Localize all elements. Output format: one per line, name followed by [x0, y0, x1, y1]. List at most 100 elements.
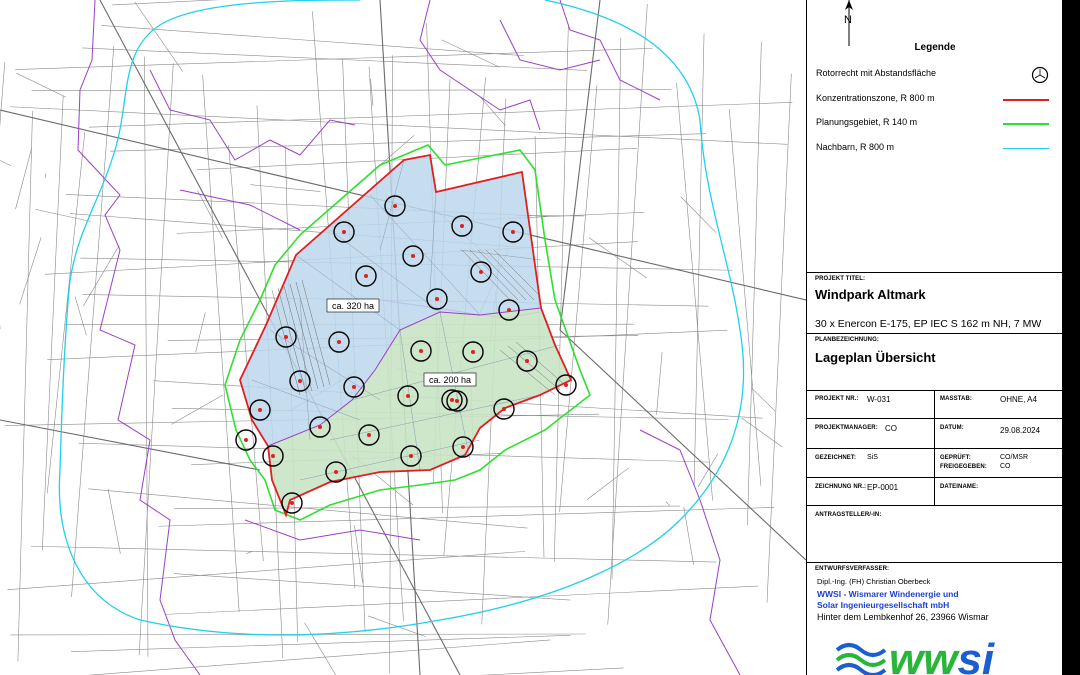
project-nr: W-031: [867, 395, 891, 404]
legend-item-concentration-label: Konzentrationszone, R 800 m: [816, 93, 935, 103]
parcel-line: [588, 237, 648, 279]
parcel-line: [15, 147, 32, 210]
plan-sheet: ca. 320 ha ca. 200 ha N Legende Rotorrec…: [0, 0, 1062, 675]
checked-label: GEPRÜFT:: [940, 455, 971, 461]
company-address: Hinter dem Lembkenhof 26, 23966 Wismar: [817, 612, 989, 622]
plan-name: Lageplan Übersicht: [815, 350, 936, 365]
parcel-line: [17, 110, 33, 662]
drawing-nr: EP-0001: [867, 483, 899, 492]
parcel-line: [19, 237, 42, 305]
project-title-label: PROJEKT TITEL:: [815, 276, 866, 282]
approved-label: FREIGEGEBEN:: [940, 464, 987, 470]
parcel-line: [158, 507, 775, 527]
approved-by: CO: [1000, 463, 1011, 470]
legend-cyan-line: [1003, 148, 1049, 149]
legend-red-line: [1003, 99, 1049, 101]
map-area: ca. 320 ha ca. 200 ha: [0, 0, 822, 675]
checked-by: CO/MSR: [1000, 454, 1028, 461]
parcel-line: [46, 132, 86, 494]
parcel-line: [195, 312, 206, 353]
project-nr-label: PROJEKT NR.:: [815, 396, 859, 402]
date-label: DATUM:: [940, 425, 964, 431]
project-manager: CO: [885, 424, 897, 433]
parcel-line: [0, 160, 11, 166]
parcel-line: [87, 639, 551, 675]
parcel-line: [676, 82, 713, 501]
parcel-line: [10, 106, 788, 145]
divider: [807, 562, 1062, 563]
parcel-line: [304, 622, 337, 675]
project-manager-label: PROJEKTMANAGER:: [815, 425, 878, 431]
page: ca. 320 ha ca. 200 ha N Legende Rotorrec…: [0, 0, 1080, 675]
parcel-line: [607, 4, 648, 625]
parcel-line: [101, 25, 525, 57]
date-value: 29.08.2024: [1000, 426, 1041, 435]
company-name-line1: WWSI - Wismarer Windenergie und: [817, 589, 959, 599]
plan-name-label: PLANBEZEICHNUNG:: [815, 337, 879, 343]
parcel-line: [751, 387, 776, 412]
parcel-line: [7, 551, 526, 590]
parcel-line: [166, 585, 759, 615]
parcel-line: [680, 196, 717, 233]
parcel-line: [74, 296, 87, 336]
title-panel: N Legende Rotorrecht mit Abstandsfläche …: [806, 0, 1062, 675]
divider: [807, 505, 1062, 506]
parcel-line: [31, 89, 672, 92]
parcel-line: [71, 635, 571, 652]
parcel-line: [30, 545, 717, 563]
area-label-north-text: ca. 320 ha: [332, 301, 374, 311]
project-subtitle: 30 x Enercon E-175, EP IEC S 162 m NH, 7…: [815, 318, 1042, 330]
parcel-line: [683, 506, 694, 565]
parcel-line: [611, 37, 622, 580]
divider: [807, 333, 1062, 334]
area-label-south-text: ca. 200 ha: [429, 375, 471, 385]
parcel-line: [174, 505, 680, 509]
project-title: Windpark Altmark: [815, 287, 926, 302]
area-label-north: ca. 320 ha: [326, 298, 380, 313]
rotor-circle-icon: [1031, 66, 1049, 84]
parcel-line: [35, 208, 91, 222]
parcel-line: [88, 102, 793, 128]
parcel-line: [479, 96, 506, 126]
road-line: [559, 329, 807, 561]
parcel-line: [144, 56, 149, 657]
drawn-by: SiS: [867, 454, 878, 461]
parcel-line: [0, 62, 6, 128]
divider: [934, 390, 935, 505]
legend-item-rotor-label: Rotorrecht mit Abstandsfläche: [816, 68, 937, 78]
parcel-line: [665, 501, 670, 506]
parcel-line: [134, 1, 183, 72]
parcel-line: [88, 488, 528, 529]
parcel-line: [553, 26, 569, 562]
legend-item-neighbour-label: Nachbarn, R 800 m: [816, 142, 895, 152]
parcel-line: [586, 467, 629, 500]
area-label-south: ca. 200 ha: [423, 372, 477, 387]
filename-label: DATEINAME:: [940, 484, 979, 490]
scale-label: MASSTAB:: [940, 396, 973, 402]
parcel-line: [138, 63, 174, 656]
parcel-line: [110, 133, 706, 152]
parcel-line: [747, 41, 762, 526]
company-name-line2: Solar Ingenieurgesellschaft mbH: [817, 600, 950, 610]
wwsi-logo: wwsi: [835, 635, 995, 675]
parcel-line: [171, 394, 223, 425]
legend-item-planning-label: Planungsgebiet, R 140 m: [816, 117, 918, 127]
map-canvas: ca. 320 ha ca. 200 ha: [0, 0, 822, 675]
designer-label: ENTWURFSVERFASSER:: [815, 566, 890, 572]
parcel-line: [697, 453, 719, 488]
parcel-line: [741, 417, 783, 448]
parcel-line: [173, 573, 571, 601]
parcel-line: [246, 551, 252, 555]
parcel-line: [15, 48, 653, 70]
applicant-label: ANTRAGSTELLER/-IN:: [815, 512, 882, 518]
designer-name: Dipl.-Ing. (FH) Christian Oberbeck: [817, 577, 931, 586]
logo-text: wwsi: [889, 635, 995, 675]
parcel-line: [656, 351, 663, 415]
parcel-line: [16, 72, 66, 98]
scale-value: OHNE, A4: [1000, 395, 1037, 404]
north-label: N: [844, 14, 852, 26]
parcel-line: [202, 74, 240, 613]
parcel-line: [197, 190, 223, 239]
drawing-nr-label: ZEICHNUNG NR.:: [815, 484, 867, 490]
legend-title: Legende: [914, 42, 956, 53]
